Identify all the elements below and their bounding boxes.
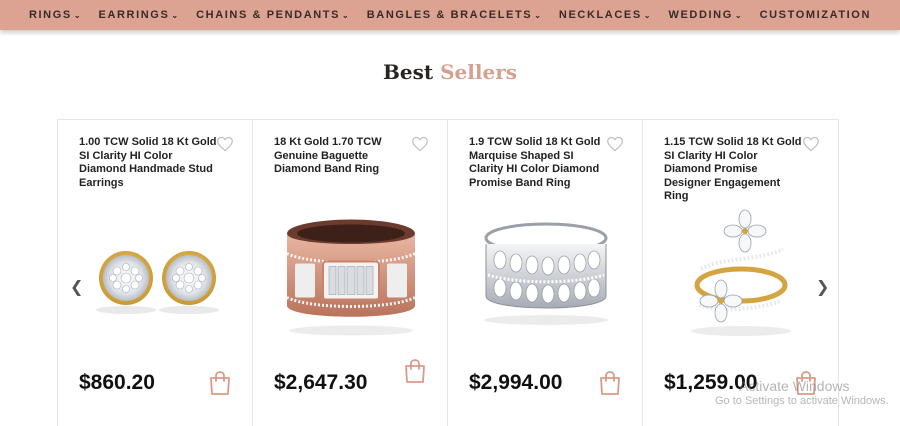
chevron-down-icon: ⌄ [534,10,541,20]
nav-item-label: RINGS [28,9,72,21]
nav-item-label: WEDDING [668,9,733,21]
shopping-bag-icon[interactable] [598,370,622,396]
nav-item-label: CUSTOMIZATION [759,9,872,21]
chevron-down-icon: ⌄ [73,10,81,20]
product-title[interactable]: 18 Kt Gold 1.70 TCW Genuine Baguette Dia… [274,136,414,177]
main-navigation: RINGS ⌄ EARRINGS ⌄ CHAINS & PENDANTS ⌄ BANG… [0,0,900,30]
nav-item-customization[interactable]: CUSTOMIZATION [751,9,880,21]
heart-outline-icon[interactable] [411,136,429,152]
chevron-down-icon: ⌄ [643,10,651,20]
product-price: $860.20 [79,371,155,394]
product-title[interactable]: 1.00 TCW Solid 18 Kt Gold SI Clarity HI … [79,136,219,190]
heart-outline-icon[interactable] [802,136,820,152]
product-price: $2,994.00 [469,371,563,394]
product-image-stud-earrings[interactable] [76,208,236,338]
product-image-baguette-band-ring[interactable] [271,198,431,343]
nav-item-label: EARRINGS [98,9,170,21]
shopping-bag-icon[interactable] [208,370,232,396]
product-price: $2,647.30 [274,371,368,394]
nav-item-earrings[interactable]: EARRINGS ⌄ [90,9,188,21]
product-image-marquise-band-ring[interactable] [466,208,626,338]
chevron-down-icon: ⌄ [171,10,179,20]
heart-outline-icon[interactable] [606,136,624,152]
nav-item-label: BANGLES & BRACELETS [366,9,533,21]
product-title[interactable]: 1.15 TCW Solid 18 Kt Gold SI Clarity HI … [664,136,804,204]
section-title-accent: Sellers [440,60,517,84]
heart-outline-icon[interactable] [216,136,234,152]
product-image-flower-engagement-ring[interactable] [661,204,821,344]
product-card[interactable]: 1.9 TCW Solid 18 Kt Gold Marquise Shaped… [448,120,643,426]
nav-item-chains-pendants[interactable]: CHAINS & PENDANTS ⌄ [187,9,358,21]
nav-item-rings[interactable]: RINGS ⌄ [20,9,90,21]
nav-item-label: NECKLACES [558,9,642,21]
product-title[interactable]: 1.9 TCW Solid 18 Kt Gold Marquise Shaped… [469,136,609,190]
nav-item-bangles-bracelets[interactable]: BANGLES & BRACELETS ⌄ [358,9,550,21]
watermark-subtitle: Go to Settings to activate Windows. [715,395,889,407]
windows-activation-watermark: Activate Windows Go to Settings to activ… [715,378,889,407]
nav-item-wedding[interactable]: WEDDING ⌄ [659,9,750,21]
shopping-bag-icon[interactable] [403,358,427,384]
chevron-left-icon[interactable]: ❮ [70,277,83,296]
watermark-title: Activate Windows [739,378,850,394]
section-title: Best Sellers [0,60,900,84]
section-title-dark: Best [383,60,434,84]
product-card[interactable]: 18 Kt Gold 1.70 TCW Genuine Baguette Dia… [253,120,448,426]
chevron-down-icon: ⌄ [734,10,742,20]
product-card[interactable]: 1.00 TCW Solid 18 Kt Gold SI Clarity HI … [58,120,253,426]
nav-item-label: CHAINS & PENDANTS [196,9,341,21]
chevron-down-icon: ⌄ [342,10,349,20]
nav-item-necklaces[interactable]: NECKLACES ⌄ [550,9,660,21]
chevron-right-icon[interactable]: ❯ [816,277,829,296]
